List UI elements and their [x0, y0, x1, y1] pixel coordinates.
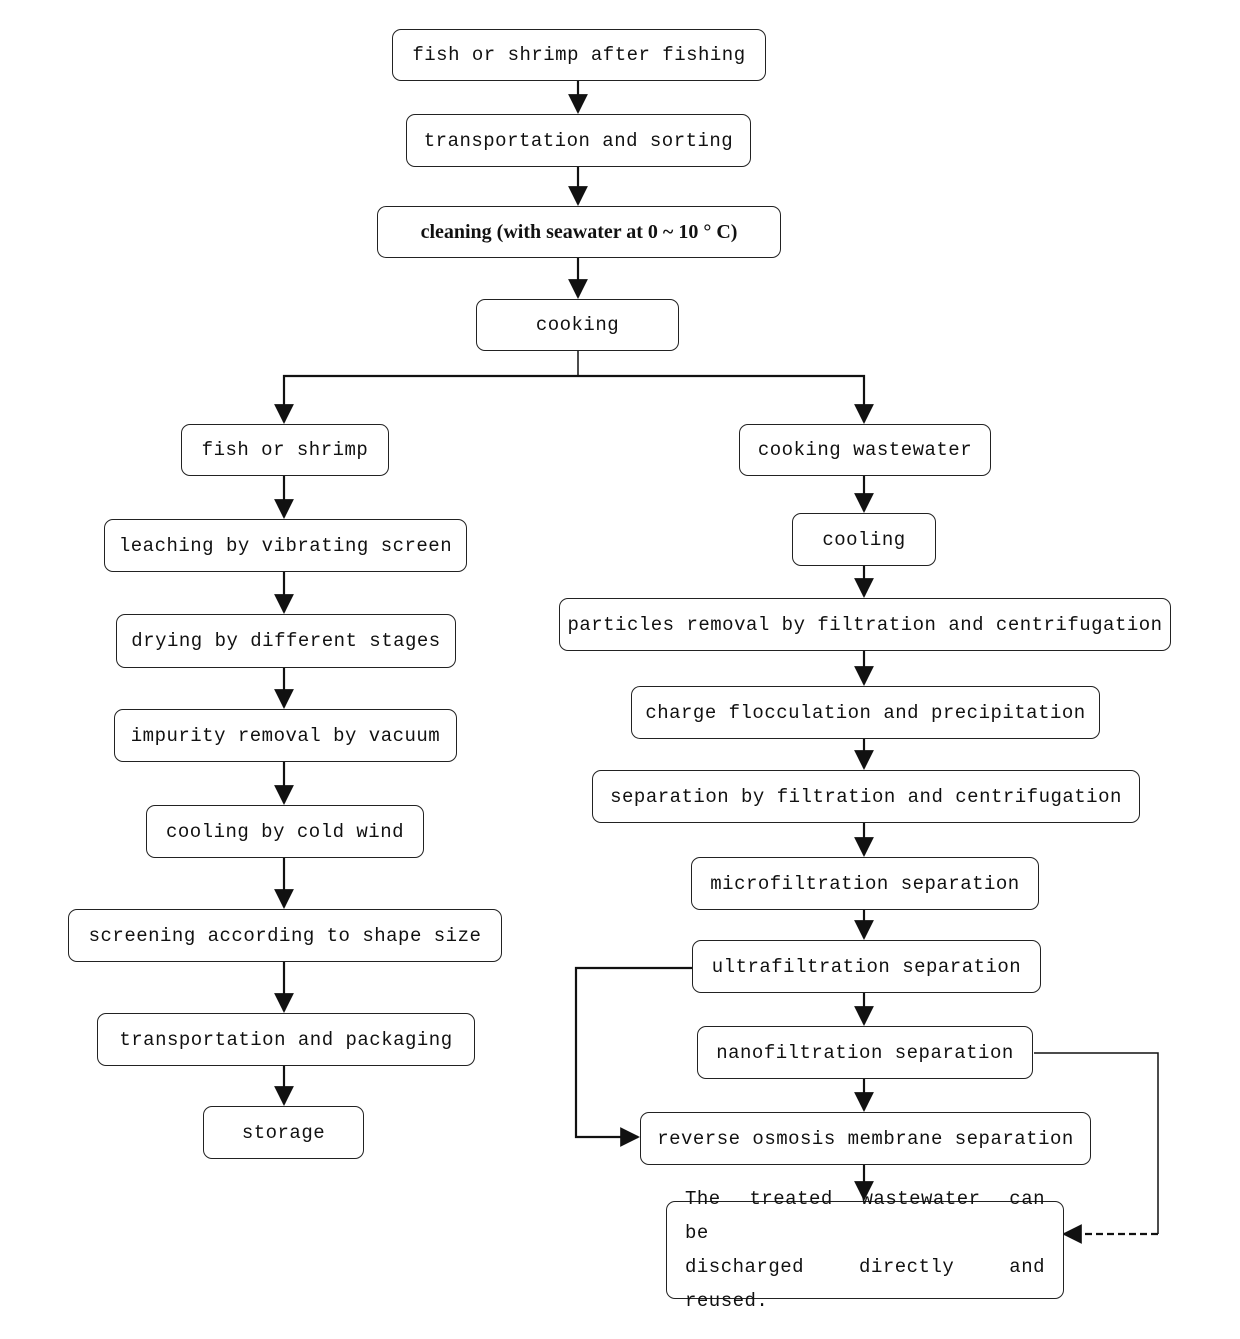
- node-charge-flocculation: charge flocculation and precipitation: [631, 686, 1100, 739]
- node-label: charge flocculation and precipitation: [645, 701, 1086, 724]
- node-label: transportation and packaging: [119, 1028, 453, 1051]
- edge-n4-r1: [578, 374, 874, 424]
- node-cleaning: cleaning (with seawater at 0 ~ 10 ° C): [377, 206, 781, 258]
- node-microfiltration: microfiltration separation: [691, 857, 1039, 910]
- node-drying: drying by different stages: [116, 614, 456, 668]
- node-fish-or-shrimp: fish or shrimp: [181, 424, 389, 476]
- node-label: cooling by cold wind: [165, 820, 405, 843]
- node-cooling-cold-wind: cooling by cold wind: [146, 805, 424, 858]
- node-label: separation by filtration and centrifugat…: [610, 785, 1122, 808]
- node-impurity-removal: impurity removal by vacuum: [114, 709, 457, 762]
- node-storage: storage: [203, 1106, 364, 1159]
- node-label: transportation and sorting: [423, 129, 734, 152]
- node-separation-filtration: separation by filtration and centrifugat…: [592, 770, 1140, 823]
- node-label: leaching by vibrating screen: [118, 534, 453, 557]
- node-label: ultrafiltration separation: [711, 955, 1022, 978]
- node-label: drying by different stages: [131, 630, 441, 652]
- node-label: screening according to shape size: [88, 924, 482, 947]
- node-fish-or-shrimp-after-fishing: fish or shrimp after fishing: [392, 29, 766, 81]
- node-leaching: leaching by vibrating screen: [104, 519, 467, 572]
- node-label: cleaning (with seawater at 0 ~ 10 ° C): [420, 220, 738, 243]
- node-label: fish or shrimp after fishing: [412, 44, 746, 66]
- node-nanofiltration: nanofiltration separation: [697, 1026, 1033, 1079]
- node-label: fish or shrimp: [201, 439, 369, 461]
- node-cooling: cooling: [792, 513, 936, 566]
- node-transportation-and-sorting: transportation and sorting: [406, 114, 751, 167]
- node-label: cooling: [822, 528, 906, 551]
- node-label-line1: The treated wastewater can be: [685, 1188, 1045, 1244]
- node-label: cooking wastewater: [757, 439, 973, 461]
- node-ultrafiltration: ultrafiltration separation: [692, 940, 1041, 993]
- edge-n4-l1: [274, 374, 578, 424]
- node-cooking: cooking: [476, 299, 679, 351]
- node-reverse-osmosis: reverse osmosis membrane separation: [640, 1112, 1091, 1165]
- node-label: impurity removal by vacuum: [130, 724, 441, 747]
- node-treated-wastewater: The treated wastewater can be discharged…: [666, 1188, 1064, 1312]
- flowchart-canvas: fish or shrimp after fishing transportat…: [0, 0, 1240, 1339]
- node-cooking-wastewater: cooking wastewater: [739, 424, 991, 476]
- node-transportation-packaging: transportation and packaging: [97, 1013, 475, 1066]
- node-label: reverse osmosis membrane separation: [657, 1127, 1074, 1150]
- node-particles-removal: particles removal by filtration and cent…: [559, 598, 1171, 651]
- node-label: particles removal by filtration and cent…: [567, 613, 1163, 636]
- node-screening: screening according to shape size: [68, 909, 502, 962]
- node-label: microfiltration separation: [710, 872, 1020, 895]
- node-label-line2: discharged directly and reused.: [685, 1256, 1045, 1312]
- node-label: cooking: [535, 314, 620, 336]
- node-label: nanofiltration separation: [716, 1041, 1014, 1064]
- node-label: storage: [241, 1121, 326, 1144]
